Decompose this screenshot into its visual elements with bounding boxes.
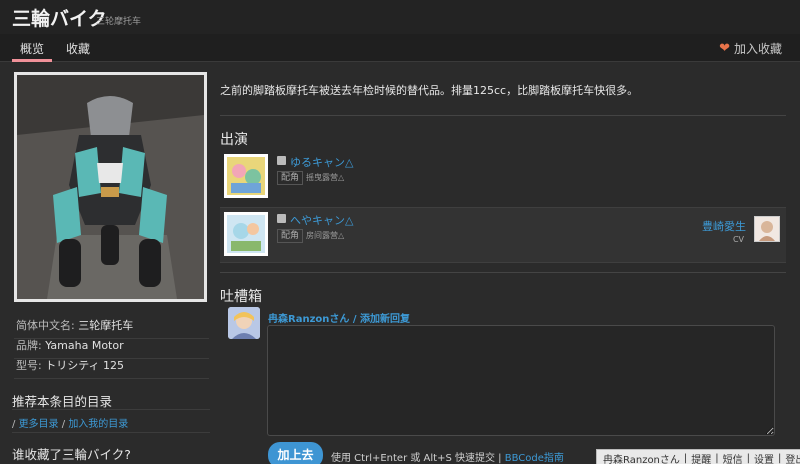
section-divider: [12, 432, 210, 433]
info-key: 简体中文名:: [16, 319, 75, 332]
subject-cover-image[interactable]: [14, 72, 207, 302]
subject-thumbnail[interactable]: [224, 154, 268, 198]
user-avatar[interactable]: [228, 307, 260, 339]
userbar-separator: |: [778, 452, 782, 464]
book-icon: [277, 156, 286, 165]
subject-name-link[interactable]: へやキャン△: [290, 212, 353, 228]
character-subject-name: 摇曳露营△: [306, 173, 345, 182]
userbar-logout[interactable]: 登出: [783, 451, 800, 464]
user-toolbar: 冉森Ranzonさん | 提醒 | 短信 | 设置 | 登出 | 开关: [596, 449, 800, 464]
info-value: トリシティ 125: [45, 359, 125, 372]
add-to-collection-button[interactable]: ❤ 加入收藏: [719, 40, 782, 57]
index-prefix: /: [12, 419, 16, 430]
page-title: 三輪バイク: [12, 8, 107, 30]
page-subtitle: 三轮摩托车: [96, 17, 142, 27]
active-tab-indicator: [12, 59, 52, 62]
comment-user-line[interactable]: 冉森Ranzonさん / 添加新回复: [268, 310, 410, 325]
section-divider: [220, 115, 786, 116]
submit-comment-button[interactable]: 加上去: [268, 442, 323, 464]
userbar-separator: |: [715, 452, 719, 464]
more-index-link[interactable]: 更多目录: [19, 419, 59, 430]
section-divider: [12, 409, 210, 410]
index-section-title: 推荐本条目的目录: [12, 394, 113, 409]
info-key: 品牌:: [16, 339, 42, 352]
submit-hint: 使用 Ctrl+Enter 或 Alt+S 快速提交 | BBCode指南: [331, 449, 564, 464]
cast-item: へやキャン△ 配角 房间露营△ 豊崎愛生 CV: [220, 207, 786, 263]
cast-section-title: 出演: [220, 132, 248, 148]
userbar-messages[interactable]: 短信: [721, 451, 745, 464]
comments-section-title: 吐槽箱: [220, 289, 262, 305]
character-subject-name: 房间露营△: [306, 231, 345, 240]
user-avatar-icon: [228, 307, 260, 339]
bbcode-guide-link[interactable]: BBCode指南: [505, 453, 564, 464]
add-to-my-index-link[interactable]: 加入我的目录: [68, 419, 128, 430]
role-badge: 配角: [277, 229, 304, 243]
heart-icon: ❤: [719, 41, 730, 56]
info-key: 型号:: [16, 359, 42, 372]
voice-actor-avatar[interactable]: [754, 216, 780, 242]
three-wheel-scooter-illustration: [17, 75, 204, 299]
tab-overview[interactable]: 概览: [20, 40, 44, 57]
tab-collections[interactable]: 收藏: [66, 40, 90, 57]
userbar-username[interactable]: 冉森Ranzonさん: [601, 451, 682, 464]
cv-label: CV: [732, 235, 744, 244]
anime-poster-thumbnail: [227, 157, 265, 195]
section-divider: [220, 272, 786, 273]
userbar-notify[interactable]: 提醒: [689, 451, 713, 464]
role-badge: 配角: [277, 171, 304, 185]
index-links: / 更多目录 / 加入我的目录: [12, 415, 128, 430]
subject-summary: 之前的脚踏板摩托车被送去年检时候的替代品。排量125cc，比脚踏板摩托车快很多。: [220, 84, 639, 97]
info-row-model: 型号: トリシティ 125: [14, 353, 209, 379]
userbar-settings[interactable]: 设置: [752, 451, 776, 464]
cast-item: ゆるキャン△ 配角 摇曳露营△: [220, 150, 786, 206]
userbar-separator: |: [683, 452, 688, 464]
info-value: 三轮摩托车: [78, 319, 134, 332]
info-value: Yamaha Motor: [45, 339, 124, 352]
page-header: 三輪バイク 三轮摩托车: [0, 0, 800, 34]
collectors-title: 谁收藏了三輪バイク?: [12, 447, 131, 462]
anime-poster-thumbnail: [227, 215, 265, 253]
person-icon: [759, 221, 775, 241]
add-to-collection-label: 加入收藏: [733, 42, 782, 56]
submit-hint-text: 使用 Ctrl+Enter 或 Alt+S 快速提交 |: [331, 453, 502, 464]
comment-textarea[interactable]: [267, 325, 775, 436]
film-icon: [277, 214, 286, 223]
subject-nav: 概览 收藏 ❤ 加入收藏: [0, 34, 800, 62]
userbar-separator: |: [746, 452, 751, 464]
index-separator: /: [61, 419, 66, 430]
subject-name-link[interactable]: ゆるキャン△: [290, 154, 353, 170]
voice-actor-link[interactable]: 豊崎愛生: [702, 218, 746, 234]
subject-thumbnail[interactable]: [224, 212, 268, 256]
